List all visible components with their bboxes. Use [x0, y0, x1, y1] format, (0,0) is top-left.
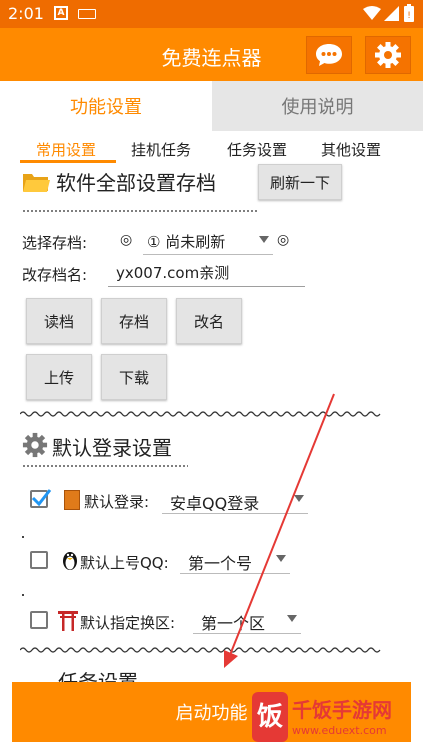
red-arrow-annotation	[224, 393, 335, 668]
watermark-url: www.eduext.com	[292, 724, 387, 737]
watermark-logo: 饭	[252, 692, 288, 742]
watermark-brand: 千饭手游网	[292, 698, 392, 722]
watermark: 饭 千饭手游网 www.eduext.com	[252, 688, 422, 748]
